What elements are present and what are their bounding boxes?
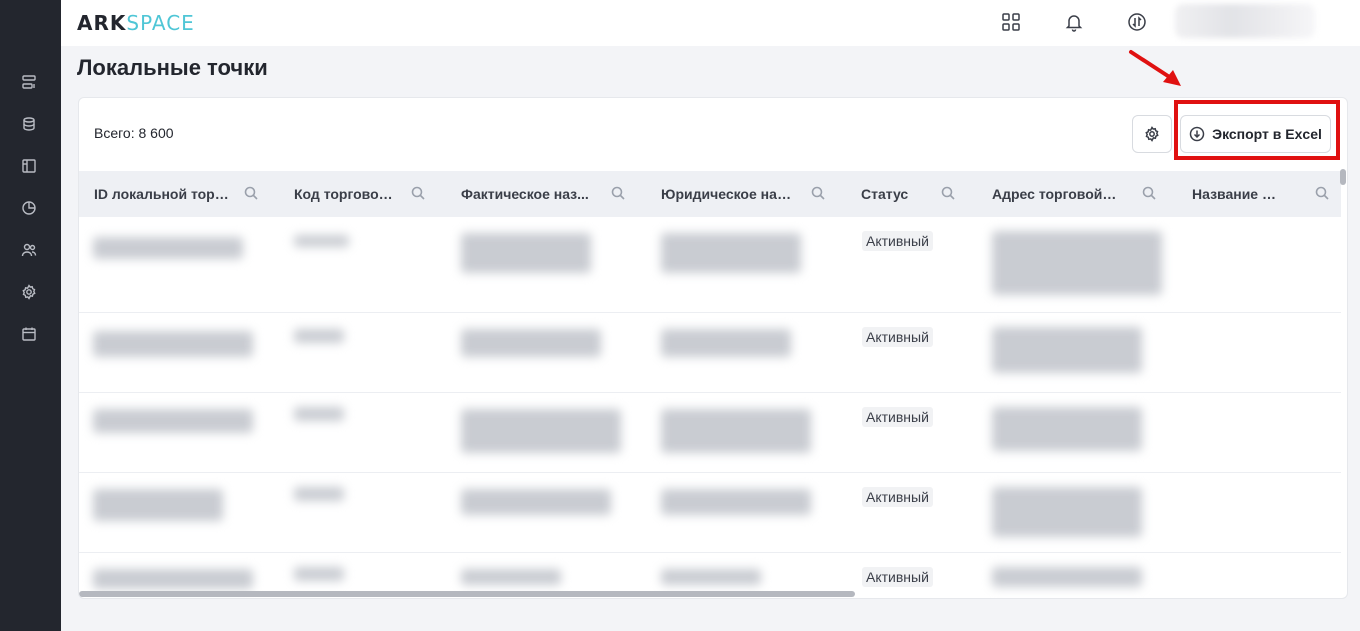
export-button-label: Экспорт в Excel	[1212, 126, 1322, 142]
status-badge: Активный	[862, 407, 933, 427]
search-icon[interactable]	[244, 186, 260, 202]
annotation-arrow-icon	[1129, 50, 1181, 86]
sidebar	[0, 0, 61, 631]
column-header-legal-name[interactable]: Юридическое наз...	[661, 171, 841, 217]
total-count: Всего: 8 600	[94, 125, 174, 141]
table-row[interactable]: Активный	[79, 393, 1341, 473]
table-row[interactable]: Активный	[79, 313, 1341, 393]
page-title: Локальные точки	[77, 55, 268, 80]
search-icon[interactable]	[811, 186, 827, 202]
gear-icon[interactable]	[18, 281, 40, 303]
layout-icon[interactable]	[18, 155, 40, 177]
column-header-id[interactable]: ID локальной торг...	[94, 171, 274, 217]
status-badge: Активный	[862, 327, 933, 347]
column-header-address[interactable]: Адрес торговой т...	[992, 171, 1172, 217]
column-header-network-name[interactable]: Название се...	[1192, 171, 1337, 217]
top-bar: ARKSPACE	[61, 0, 1360, 46]
vertical-scrollbar[interactable]	[1340, 169, 1346, 185]
export-excel-button[interactable]: Экспорт в Excel	[1180, 115, 1331, 153]
apps-grid-icon[interactable]	[999, 10, 1023, 34]
logo[interactable]: ARKSPACE	[77, 11, 195, 35]
table-row[interactable]: Активный	[79, 217, 1341, 313]
bell-icon[interactable]	[1062, 10, 1086, 34]
table-header: ID локальной торг... Код торговой... Фак…	[79, 171, 1341, 217]
horizontal-scrollbar[interactable]	[79, 591, 855, 597]
status-badge: Активный	[862, 567, 933, 587]
calendar-icon[interactable]	[18, 323, 40, 345]
column-header-actual-name[interactable]: Фактическое наз...	[461, 171, 641, 217]
search-icon[interactable]	[941, 186, 957, 202]
transfer-icon[interactable]	[1125, 10, 1149, 34]
search-icon[interactable]	[411, 186, 427, 202]
column-header-code[interactable]: Код торговой...	[294, 171, 444, 217]
status-badge: Активный	[862, 487, 933, 507]
column-header-status[interactable]: Статус	[861, 171, 971, 217]
search-icon[interactable]	[1142, 186, 1158, 202]
download-icon	[1189, 126, 1205, 142]
users-icon[interactable]	[18, 239, 40, 261]
search-icon[interactable]	[1315, 186, 1331, 202]
database-icon[interactable]	[18, 113, 40, 135]
search-icon[interactable]	[611, 186, 627, 202]
table-settings-button[interactable]	[1132, 115, 1172, 153]
pie-chart-icon[interactable]	[18, 197, 40, 219]
dashboard-icon[interactable]	[18, 71, 40, 93]
user-profile[interactable]	[1175, 4, 1315, 38]
status-badge: Активный	[862, 231, 933, 251]
table-row[interactable]: Активный	[79, 473, 1341, 553]
gear-icon	[1145, 126, 1159, 142]
table-card: Всего: 8 600 Экспорт в Excel ID локально…	[78, 97, 1348, 599]
